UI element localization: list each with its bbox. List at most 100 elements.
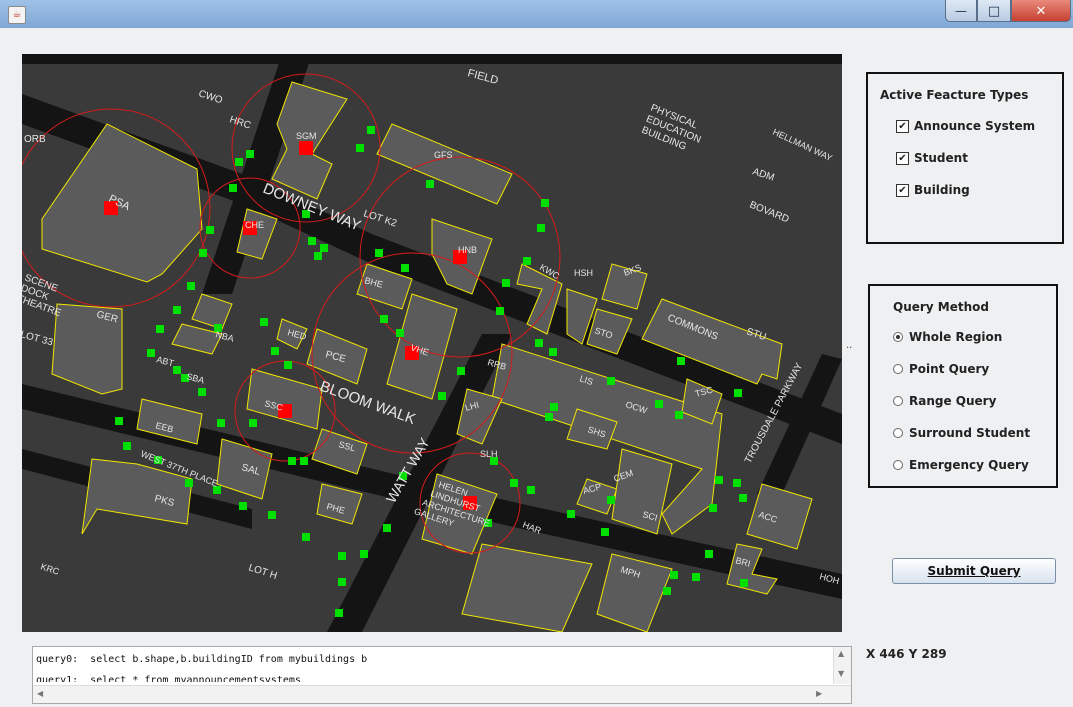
student-marker[interactable] xyxy=(607,377,615,385)
query-console[interactable]: query0: select b.shape,b.buildingID from… xyxy=(32,646,852,704)
student-marker[interactable] xyxy=(715,476,723,484)
student-marker[interactable] xyxy=(320,244,328,252)
student-marker[interactable] xyxy=(705,550,713,558)
student-marker[interactable] xyxy=(173,366,181,374)
student-marker[interactable] xyxy=(360,550,368,558)
query-console-text[interactable]: query0: select b.shape,b.buildingID from… xyxy=(36,649,831,682)
radio-whole-region[interactable]: Whole Region xyxy=(893,330,1002,344)
student-marker[interactable] xyxy=(367,126,375,134)
radio-point-query[interactable]: Point Query xyxy=(893,362,989,376)
student-marker[interactable] xyxy=(335,609,343,617)
student-marker[interactable] xyxy=(663,587,671,595)
radio-dot[interactable] xyxy=(893,332,903,342)
radio-dot[interactable] xyxy=(893,460,903,470)
map-svg[interactable]: FIELD CWO HRC SGM ORB PSA DOWNEY WAY LOT… xyxy=(22,54,842,632)
student-marker[interactable] xyxy=(655,400,663,408)
student-marker[interactable] xyxy=(396,329,404,337)
scroll-left-icon[interactable]: ◀ xyxy=(37,689,43,698)
student-marker[interactable] xyxy=(670,571,678,579)
student-marker[interactable] xyxy=(537,224,545,232)
checkbox-box[interactable]: ✔ xyxy=(896,119,909,133)
student-marker[interactable] xyxy=(375,249,383,257)
announce-marker[interactable] xyxy=(299,141,313,155)
student-marker[interactable] xyxy=(541,199,549,207)
student-marker[interactable] xyxy=(601,528,609,536)
console-horizontal-scrollbar[interactable]: ◀ ▶ xyxy=(33,685,851,703)
student-marker[interactable] xyxy=(675,411,683,419)
scroll-up-icon[interactable]: ▲ xyxy=(838,649,844,658)
student-marker[interactable] xyxy=(567,510,575,518)
student-marker[interactable] xyxy=(147,349,155,357)
radio-range-query[interactable]: Range Query xyxy=(893,394,996,408)
submit-query-button[interactable]: Submit Query xyxy=(892,558,1056,584)
student-marker[interactable] xyxy=(677,357,685,365)
checkbox-student[interactable]: ✔ Student xyxy=(896,151,968,165)
student-marker[interactable] xyxy=(249,419,257,427)
minimize-button[interactable]: — xyxy=(945,0,977,22)
student-marker[interactable] xyxy=(260,318,268,326)
student-marker[interactable] xyxy=(156,325,164,333)
student-marker[interactable] xyxy=(173,306,181,314)
student-marker[interactable] xyxy=(733,479,741,487)
radio-dot[interactable] xyxy=(893,364,903,374)
student-marker[interactable] xyxy=(496,307,504,315)
console-vertical-scrollbar[interactable]: ▲ ▼ xyxy=(833,647,851,684)
checkbox-box[interactable]: ✔ xyxy=(896,183,909,197)
student-marker[interactable] xyxy=(199,249,207,257)
student-marker[interactable] xyxy=(739,494,747,502)
student-marker[interactable] xyxy=(438,392,446,400)
student-marker[interactable] xyxy=(338,578,346,586)
student-marker[interactable] xyxy=(338,552,346,560)
student-marker[interactable] xyxy=(549,348,557,356)
student-marker[interactable] xyxy=(302,533,310,541)
student-marker[interactable] xyxy=(734,389,742,397)
radio-surround-student[interactable]: Surround Student xyxy=(893,426,1030,440)
student-marker[interactable] xyxy=(185,479,193,487)
close-button[interactable]: ✕ xyxy=(1011,0,1071,22)
radio-dot[interactable] xyxy=(893,396,903,406)
student-marker[interactable] xyxy=(740,579,748,587)
student-marker[interactable] xyxy=(308,237,316,245)
student-marker[interactable] xyxy=(271,347,279,355)
maximize-button[interactable]: □ xyxy=(977,0,1011,22)
checkbox-announce-system[interactable]: ✔ Announce System xyxy=(896,119,1035,133)
student-marker[interactable] xyxy=(288,457,296,465)
student-marker[interactable] xyxy=(535,339,543,347)
student-marker[interactable] xyxy=(115,417,123,425)
scroll-right-icon[interactable]: ▶ xyxy=(816,689,822,698)
radio-dot[interactable] xyxy=(893,428,903,438)
student-marker[interactable] xyxy=(607,496,615,504)
checkbox-box[interactable]: ✔ xyxy=(896,151,909,165)
student-marker[interactable] xyxy=(709,504,717,512)
student-marker[interactable] xyxy=(457,367,465,375)
student-marker[interactable] xyxy=(239,502,247,510)
student-marker[interactable] xyxy=(198,388,206,396)
student-marker[interactable] xyxy=(187,282,195,290)
student-marker[interactable] xyxy=(268,511,276,519)
map-canvas[interactable]: FIELD CWO HRC SGM ORB PSA DOWNEY WAY LOT… xyxy=(22,54,842,632)
student-marker[interactable] xyxy=(401,264,409,272)
student-marker[interactable] xyxy=(217,419,225,427)
student-marker[interactable] xyxy=(229,184,237,192)
student-marker[interactable] xyxy=(527,486,535,494)
student-marker[interactable] xyxy=(692,573,700,581)
student-marker[interactable] xyxy=(123,442,131,450)
student-marker[interactable] xyxy=(502,279,510,287)
splitter-handle[interactable]: .. xyxy=(846,340,852,351)
student-marker[interactable] xyxy=(300,457,308,465)
checkbox-building[interactable]: ✔ Building xyxy=(896,183,970,197)
student-marker[interactable] xyxy=(246,150,254,158)
student-marker[interactable] xyxy=(284,361,292,369)
scroll-down-icon[interactable]: ▼ xyxy=(838,669,844,678)
student-marker[interactable] xyxy=(235,158,243,166)
student-marker[interactable] xyxy=(550,403,558,411)
student-marker[interactable] xyxy=(356,144,364,152)
student-marker[interactable] xyxy=(206,226,214,234)
radio-emergency-query[interactable]: Emergency Query xyxy=(893,458,1029,472)
student-marker[interactable] xyxy=(314,252,322,260)
student-marker[interactable] xyxy=(426,180,434,188)
student-marker[interactable] xyxy=(523,257,531,265)
student-marker[interactable] xyxy=(510,479,518,487)
student-marker[interactable] xyxy=(383,524,391,532)
student-marker[interactable] xyxy=(380,315,388,323)
